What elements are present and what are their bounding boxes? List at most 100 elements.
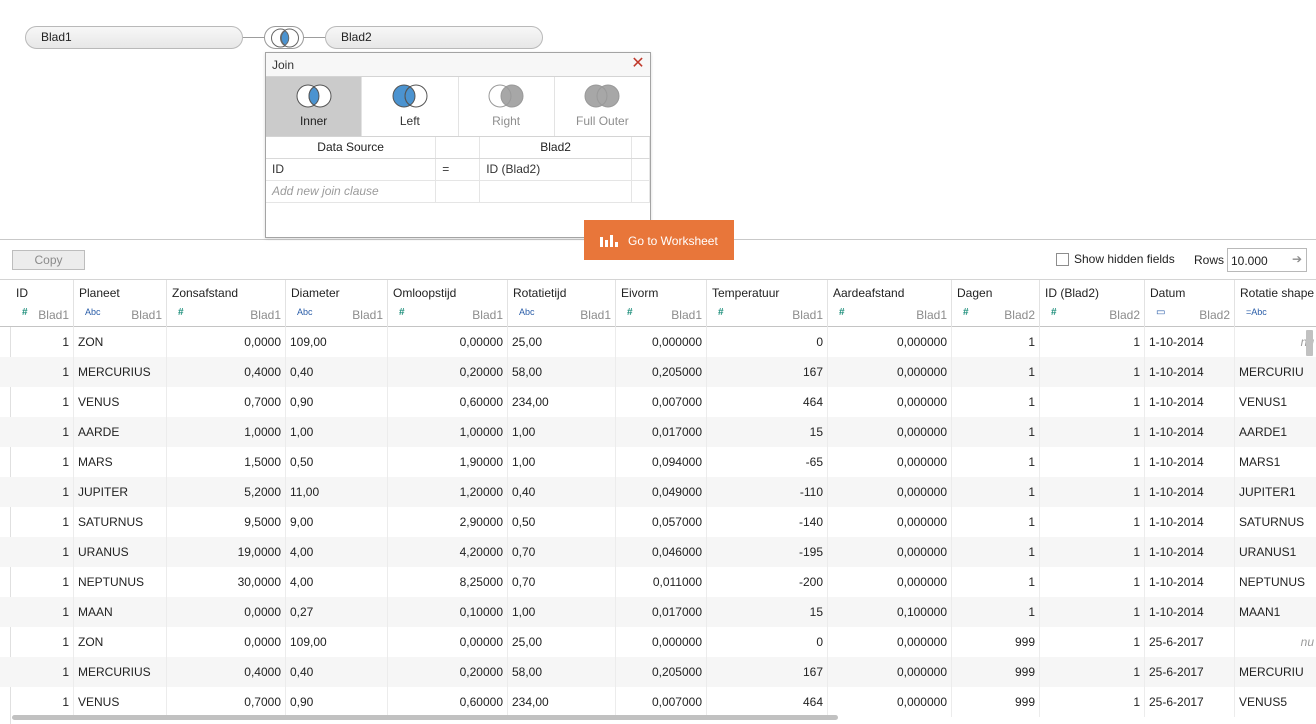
table-cell[interactable]: 1-10-2014	[1145, 387, 1235, 417]
table-cell[interactable]: 0,007000	[616, 387, 707, 417]
string-type-icon[interactable]: Abc	[85, 307, 101, 317]
string-type-icon[interactable]: =Abc	[1246, 307, 1267, 317]
table-cell[interactable]: 0,205000	[616, 357, 707, 387]
table-cell[interactable]: 1	[11, 657, 74, 687]
table-cell[interactable]: 15	[707, 597, 828, 627]
table-cell[interactable]: 0,100000	[828, 597, 952, 627]
table-cell[interactable]: VENUS5	[1235, 687, 1316, 717]
column-header[interactable]: Rotatietijd Abc Blad1	[508, 280, 616, 327]
table-cell[interactable]: -200	[707, 567, 828, 597]
number-type-icon[interactable]: #	[178, 307, 184, 318]
table-cell[interactable]: 0,017000	[616, 417, 707, 447]
table-cell[interactable]: 25-6-2017	[1145, 627, 1235, 657]
table-cell[interactable]: 0,057000	[616, 507, 707, 537]
table-cell[interactable]: 1	[952, 357, 1040, 387]
string-type-icon[interactable]: Abc	[297, 307, 313, 317]
table-pill-blad1[interactable]: Blad1	[25, 26, 243, 49]
table-cell[interactable]: 1	[1040, 627, 1145, 657]
table-cell[interactable]: 0,000000	[616, 327, 707, 357]
close-icon[interactable]: ✕	[630, 56, 646, 72]
table-cell[interactable]: 0,20000	[388, 357, 508, 387]
show-hidden-fields-checkbox[interactable]	[1056, 252, 1069, 266]
number-type-icon[interactable]: #	[1051, 307, 1057, 318]
table-cell[interactable]: 167	[707, 657, 828, 687]
table-cell[interactable]: 15	[707, 417, 828, 447]
table-row[interactable]: 1 VENUS 0,7000 0,90 0,60000 234,00 0,007000 464…	[0, 687, 1316, 717]
table-cell[interactable]: 1-10-2014	[1145, 507, 1235, 537]
arrow-right-icon[interactable]: ➔	[1292, 252, 1302, 266]
table-cell[interactable]: URANUS	[74, 537, 167, 567]
table-row[interactable]: 1 SATURNUS 9,5000 9,00 2,90000 0,50 0,057000 -1…	[0, 507, 1316, 537]
table-cell[interactable]: 4,00	[286, 537, 388, 567]
table-cell[interactable]: 1	[11, 537, 74, 567]
table-cell[interactable]: 1	[11, 357, 74, 387]
table-cell[interactable]: MAAN1	[1235, 597, 1316, 627]
table-cell[interactable]: 1	[11, 597, 74, 627]
table-cell[interactable]: AARDE	[74, 417, 167, 447]
table-cell[interactable]: 0,50	[286, 447, 388, 477]
table-cell[interactable]: 1,00	[508, 447, 616, 477]
column-header[interactable]: Planeet Abc Blad1	[74, 280, 167, 327]
table-cell[interactable]: 0,40	[508, 477, 616, 507]
table-cell[interactable]: 1,00	[508, 597, 616, 627]
join-type-right[interactable]: Right	[459, 77, 555, 136]
table-cell[interactable]: 0,000000	[616, 627, 707, 657]
table-cell[interactable]: 0,000000	[828, 447, 952, 477]
table-cell[interactable]: 4,00	[286, 567, 388, 597]
table-cell[interactable]: 109,00	[286, 627, 388, 657]
table-cell[interactable]: 0,60000	[388, 687, 508, 717]
add-join-clause-row[interactable]: Add new join clause	[266, 180, 650, 203]
table-cell[interactable]: VENUS	[74, 687, 167, 717]
table-cell[interactable]: 1,00000	[388, 417, 508, 447]
table-cell[interactable]: 0,000000	[828, 417, 952, 447]
join-clause-row[interactable]: ID = ID (Blad2)	[266, 158, 650, 181]
table-row[interactable]: 1 URANUS 19,0000 4,00 4,20000 0,70 0,046000 -19…	[0, 537, 1316, 567]
join-type-left[interactable]: Left	[362, 77, 459, 136]
table-pill-blad2[interactable]: Blad2	[325, 26, 543, 49]
column-header[interactable]: Temperatuur # Blad1	[707, 280, 828, 327]
table-cell[interactable]: MARS1	[1235, 447, 1316, 477]
table-row[interactable]: 1 ZON 0,0000 109,00 0,00000 25,00 0,000000 0 0,0…	[0, 327, 1316, 357]
column-header[interactable]: Zonsafstand # Blad1	[167, 280, 286, 327]
table-cell[interactable]: JUPITER1	[1235, 477, 1316, 507]
table-cell[interactable]: 0,0000	[167, 597, 286, 627]
table-cell[interactable]: 0,0000	[167, 627, 286, 657]
table-cell[interactable]: 0,7000	[167, 687, 286, 717]
table-cell[interactable]: 1	[952, 567, 1040, 597]
table-cell[interactable]: 0,007000	[616, 687, 707, 717]
table-cell[interactable]: 1	[952, 507, 1040, 537]
table-cell[interactable]: 0,10000	[388, 597, 508, 627]
column-header[interactable]: Datum ▭ Blad2	[1145, 280, 1235, 327]
table-cell[interactable]: 0,90	[286, 387, 388, 417]
column-header[interactable]: ID # Blad1	[11, 280, 74, 327]
table-cell[interactable]: MERCURIUS	[74, 657, 167, 687]
table-cell[interactable]: MARS	[74, 447, 167, 477]
table-cell[interactable]: 0,27	[286, 597, 388, 627]
table-cell[interactable]: URANUS1	[1235, 537, 1316, 567]
table-cell[interactable]: 5,2000	[167, 477, 286, 507]
table-cell[interactable]: 30,0000	[167, 567, 286, 597]
table-cell[interactable]: 1	[1040, 447, 1145, 477]
table-cell[interactable]: 1	[11, 687, 74, 717]
table-cell[interactable]: MERCURIU	[1235, 357, 1316, 387]
table-cell[interactable]: 1-10-2014	[1145, 477, 1235, 507]
table-cell[interactable]: 25-6-2017	[1145, 687, 1235, 717]
table-cell[interactable]: VENUS1	[1235, 387, 1316, 417]
table-cell[interactable]: 1-10-2014	[1145, 327, 1235, 357]
table-row[interactable]: 1 MARS 1,5000 0,50 1,90000 1,00 0,094000 -65 0,0…	[0, 447, 1316, 477]
table-cell[interactable]: 1-10-2014	[1145, 567, 1235, 597]
table-cell[interactable]: 2,90000	[388, 507, 508, 537]
table-cell[interactable]: 0,000000	[828, 657, 952, 687]
table-cell[interactable]: 1,20000	[388, 477, 508, 507]
table-cell[interactable]: 0,205000	[616, 657, 707, 687]
table-cell[interactable]: 1	[952, 387, 1040, 417]
table-cell[interactable]: 0,7000	[167, 387, 286, 417]
table-cell[interactable]: 0,60000	[388, 387, 508, 417]
table-cell[interactable]: -110	[707, 477, 828, 507]
table-cell[interactable]: 0,0000	[167, 327, 286, 357]
date-type-icon[interactable]: ▭	[1156, 307, 1165, 318]
table-cell[interactable]: 1	[11, 627, 74, 657]
column-header[interactable]: Aardeafstand # Blad1	[828, 280, 952, 327]
table-cell[interactable]: 25-6-2017	[1145, 657, 1235, 687]
table-cell[interactable]: MERCURIUS	[74, 357, 167, 387]
